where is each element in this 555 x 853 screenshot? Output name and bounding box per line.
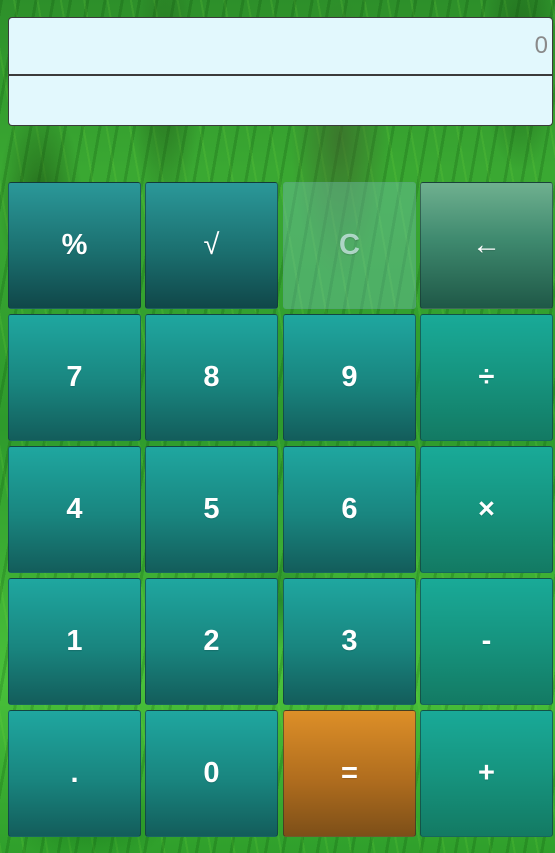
multiply-label: × xyxy=(478,493,495,525)
clear-label: C xyxy=(339,229,360,261)
digit-1-button[interactable]: 1 xyxy=(8,578,141,705)
plus-label: + xyxy=(478,757,495,789)
digit-9-label: 9 xyxy=(341,361,358,393)
digit-2-button[interactable]: 2 xyxy=(145,578,278,705)
decimal-button[interactable]: . xyxy=(8,710,141,837)
digit-5-button[interactable]: 5 xyxy=(145,446,278,573)
digit-1-label: 1 xyxy=(66,625,83,657)
digit-4-label: 4 xyxy=(66,493,83,525)
sqrt-label: √ xyxy=(203,229,220,261)
equals-label: = xyxy=(341,757,358,789)
divide-button[interactable]: ÷ xyxy=(420,314,553,441)
sqrt-button[interactable]: √ xyxy=(145,182,278,309)
main-display: 0 xyxy=(8,17,553,76)
clear-button[interactable]: C xyxy=(283,182,416,309)
digit-3-button[interactable]: 3 xyxy=(283,578,416,705)
digit-0-button[interactable]: 0 xyxy=(145,710,278,837)
digit-2-label: 2 xyxy=(203,625,220,657)
digit-7-button[interactable]: 7 xyxy=(8,314,141,441)
digit-4-button[interactable]: 4 xyxy=(8,446,141,573)
digit-6-button[interactable]: 6 xyxy=(283,446,416,573)
equals-button[interactable]: = xyxy=(283,710,416,837)
divide-label: ÷ xyxy=(478,361,495,393)
digit-0-label: 0 xyxy=(203,757,220,789)
decimal-label: . xyxy=(70,757,79,789)
secondary-display xyxy=(8,76,553,126)
display-value: 0 xyxy=(534,32,548,59)
multiply-button[interactable]: × xyxy=(420,446,553,573)
plus-button[interactable]: + xyxy=(420,710,553,837)
percent-label: % xyxy=(61,229,88,261)
digit-8-button[interactable]: 8 xyxy=(145,314,278,441)
digit-7-label: 7 xyxy=(66,361,83,393)
digit-9-button[interactable]: 9 xyxy=(283,314,416,441)
backspace-arrow-icon: ← xyxy=(472,229,501,261)
minus-button[interactable]: - xyxy=(420,578,553,705)
digit-5-label: 5 xyxy=(203,493,220,525)
backspace-button[interactable]: ← xyxy=(420,182,553,309)
percent-button[interactable]: % xyxy=(8,182,141,309)
digit-8-label: 8 xyxy=(203,361,220,393)
digit-3-label: 3 xyxy=(341,625,358,657)
digit-6-label: 6 xyxy=(341,493,358,525)
minus-label: - xyxy=(481,625,492,657)
